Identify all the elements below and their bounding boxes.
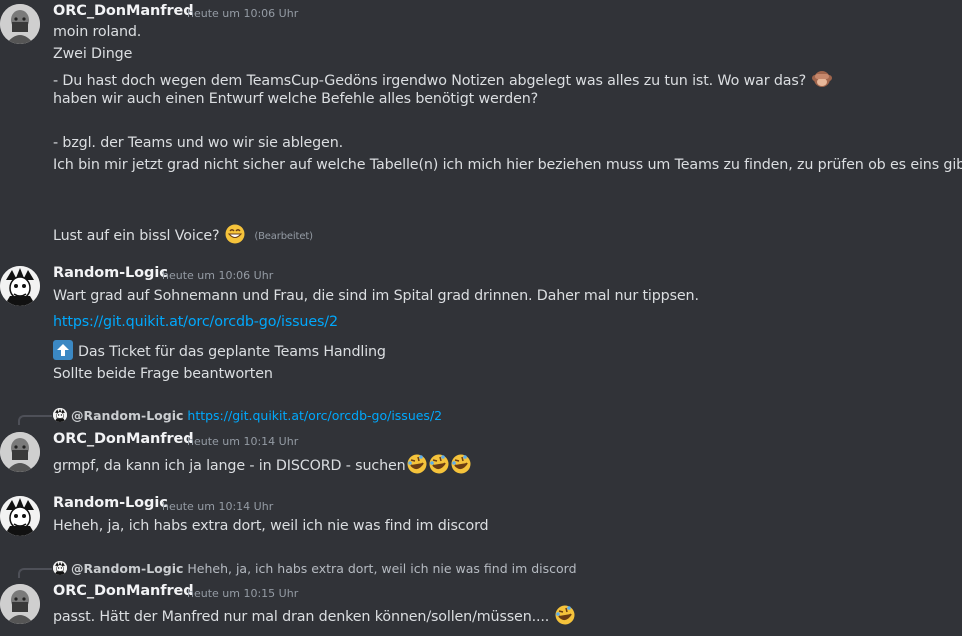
- see-no-evil-monkey-icon[interactable]: [811, 68, 833, 90]
- edited-label: (Bearbeitet): [254, 231, 313, 242]
- author-name[interactable]: Random-Logic: [53, 495, 168, 511]
- reply-author[interactable]: @Random-Logic: [71, 561, 183, 576]
- message-text: - Du hast doch wegen dem TeamsCup-Gedöns…: [53, 68, 833, 90]
- message-text-part: Das Ticket für das geplante Teams Handli…: [78, 344, 386, 360]
- message-text: Heheh, ja, ich habs extra dort, weil ich…: [53, 518, 489, 534]
- timestamp: heute um 10:14 Uhr: [187, 435, 299, 448]
- grinning-face-icon[interactable]: [224, 223, 246, 245]
- message-text: Sollte beide Frage beantworten: [53, 366, 273, 382]
- rolling-on-floor-laughing-icon[interactable]: [406, 453, 428, 475]
- timestamp: heute um 10:06 Uhr: [162, 269, 274, 282]
- avatar[interactable]: [0, 584, 40, 624]
- up-arrow-icon: [53, 340, 73, 360]
- reply-spine: [18, 415, 52, 425]
- author-name[interactable]: ORC_DonManfred: [53, 583, 194, 599]
- reply-preview[interactable]: @Random-Logic https://git.quikit.at/orc/…: [53, 408, 442, 423]
- message-text: grmpf, da kann ich ja lange - in DISCORD…: [53, 453, 472, 475]
- reply-avatar: [53, 408, 67, 422]
- message-text-part: passt. Hätt der Manfred nur mal dran den…: [53, 609, 550, 625]
- message-text-part: Lust auf ein bissl Voice?: [53, 228, 220, 244]
- message-text: Wart grad auf Sohnemann und Frau, die si…: [53, 288, 699, 304]
- message-text: Ich bin mir jetzt grad nicht sicher auf …: [53, 157, 962, 173]
- message-text-part: grmpf, da kann ich ja lange - in DISCORD…: [53, 458, 406, 474]
- message-text: Lust auf ein bissl Voice? (Bearbeitet): [53, 223, 313, 245]
- reply-avatar: [53, 561, 67, 575]
- avatar[interactable]: [0, 432, 40, 472]
- message-text-part: - Du hast doch wegen dem TeamsCup-Gedöns…: [53, 73, 807, 89]
- author-name[interactable]: ORC_DonManfred: [53, 3, 194, 19]
- avatar[interactable]: [0, 266, 40, 306]
- timestamp: heute um 10:14 Uhr: [162, 500, 274, 513]
- reply-spine: [18, 568, 52, 578]
- message-text: Das Ticket für das geplante Teams Handli…: [53, 340, 386, 360]
- avatar[interactable]: [0, 496, 40, 536]
- author-name[interactable]: Random-Logic: [53, 265, 168, 281]
- message-text: Zwei Dinge: [53, 46, 133, 62]
- author-name[interactable]: ORC_DonManfred: [53, 431, 194, 447]
- rolling-on-floor-laughing-icon[interactable]: [450, 453, 472, 475]
- timestamp: heute um 10:06 Uhr: [187, 7, 299, 20]
- timestamp: heute um 10:15 Uhr: [187, 587, 299, 600]
- message-text: moin roland.: [53, 24, 142, 40]
- message-text: - bzgl. der Teams und wo wir sie ablegen…: [53, 135, 344, 151]
- reply-preview[interactable]: @Random-Logic Heheh, ja, ich habs extra …: [53, 561, 577, 576]
- issue-link[interactable]: https://git.quikit.at/orc/orcdb-go/issue…: [53, 314, 338, 330]
- avatar[interactable]: [0, 4, 40, 44]
- rolling-on-floor-laughing-icon[interactable]: [428, 453, 450, 475]
- reply-author[interactable]: @Random-Logic: [71, 408, 183, 423]
- reply-text[interactable]: Heheh, ja, ich habs extra dort, weil ich…: [187, 561, 576, 576]
- message-text: passt. Hätt der Manfred nur mal dran den…: [53, 604, 576, 626]
- reply-text[interactable]: https://git.quikit.at/orc/orcdb-go/issue…: [187, 408, 442, 423]
- message-text: haben wir auch einen Entwurf welche Befe…: [53, 91, 539, 107]
- rolling-on-floor-laughing-icon[interactable]: [554, 604, 576, 626]
